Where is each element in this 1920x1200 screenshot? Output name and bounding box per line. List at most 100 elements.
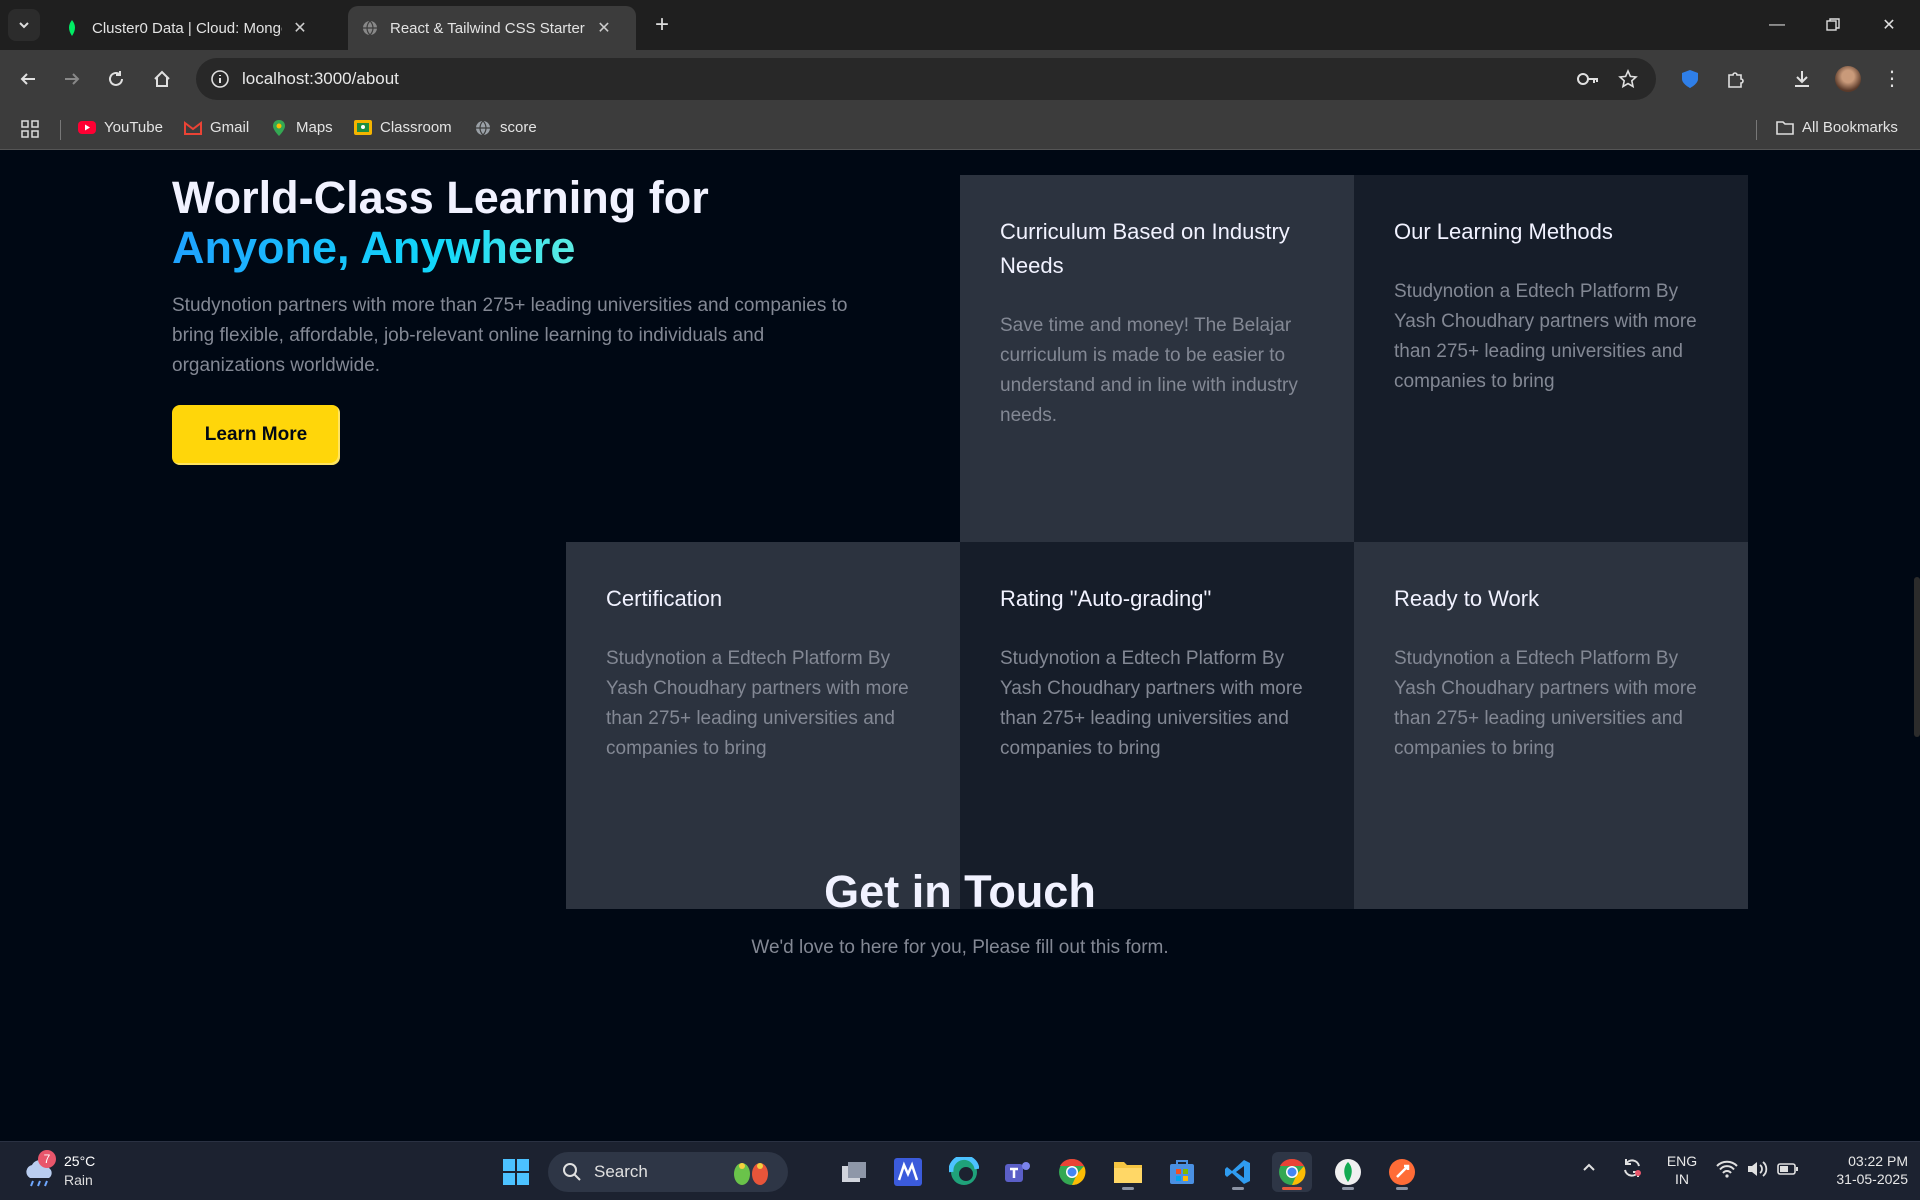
apps-grid-icon bbox=[21, 120, 39, 138]
sync-button[interactable] bbox=[1620, 1156, 1644, 1185]
card-description: Studynotion a Edtech Platform By Yash Ch… bbox=[606, 648, 909, 759]
card-title: Certification bbox=[606, 586, 723, 611]
extension-button[interactable] bbox=[1674, 63, 1706, 95]
page-content: World-Class Learning for Anyone, Anywher… bbox=[0, 151, 1920, 1141]
card-learning-methods: Our Learning Methods Studynotion a Edtec… bbox=[1354, 175, 1748, 542]
extensions-menu-button[interactable] bbox=[1720, 63, 1752, 95]
language-indicator[interactable]: ENG IN bbox=[1660, 1152, 1704, 1188]
taskbar-search[interactable]: Search bbox=[548, 1152, 788, 1192]
bookmark-classroom[interactable]: Classroom bbox=[354, 119, 452, 136]
running-indicator bbox=[1232, 1187, 1244, 1190]
battery-icon bbox=[1777, 1163, 1798, 1175]
home-button[interactable] bbox=[146, 63, 178, 95]
running-indicator bbox=[1122, 1187, 1134, 1190]
taskbar-file-explorer[interactable] bbox=[1108, 1152, 1148, 1192]
chevron-up-icon bbox=[1583, 1163, 1595, 1171]
forward-button[interactable] bbox=[56, 63, 88, 95]
scrollbar-thumb[interactable] bbox=[1914, 577, 1920, 737]
close-window-button[interactable]: ✕ bbox=[1866, 10, 1912, 40]
search-label: Search bbox=[594, 1162, 648, 1181]
hero-title: World-Class Learning for Anyone, Anywher… bbox=[172, 173, 709, 273]
language-label: ENG bbox=[1666, 1153, 1698, 1169]
hero-description: Studynotion partners with more than 275+… bbox=[172, 295, 848, 376]
taskbar-vscode[interactable] bbox=[1218, 1152, 1258, 1192]
card-title: Curriculum Based on Industry Needs bbox=[1000, 219, 1290, 278]
card-title: Rating "Auto-grading" bbox=[1000, 586, 1212, 611]
learn-more-button[interactable]: Learn More bbox=[172, 405, 340, 465]
bookmark-gmail[interactable]: Gmail bbox=[184, 119, 249, 136]
minimize-icon: — bbox=[1769, 16, 1785, 33]
tray-overflow-button[interactable] bbox=[1580, 1158, 1598, 1181]
bookmark-label: YouTube bbox=[104, 119, 163, 136]
globe-icon bbox=[362, 20, 378, 36]
site-info-icon[interactable] bbox=[210, 69, 230, 89]
start-button[interactable] bbox=[496, 1152, 536, 1192]
all-bookmarks-button[interactable]: All Bookmarks bbox=[1776, 119, 1898, 136]
password-key-icon[interactable] bbox=[1576, 70, 1600, 88]
taskbar-postman[interactable] bbox=[1382, 1152, 1422, 1192]
weather-temp: 25°C bbox=[64, 1153, 96, 1169]
search-icon bbox=[563, 1163, 581, 1181]
bookmark-score[interactable]: score bbox=[474, 119, 537, 136]
weather-desc: Rain bbox=[64, 1172, 93, 1188]
arrow-right-icon bbox=[65, 73, 80, 85]
minimize-button[interactable]: — bbox=[1754, 10, 1800, 40]
taskbar-edge[interactable] bbox=[944, 1152, 984, 1192]
contact-subtitle: We'd love to here for you, Please fill o… bbox=[751, 937, 1169, 958]
new-tab-button[interactable]: + bbox=[646, 9, 678, 41]
browser-toolbar: localhost:3000/about ⋮ bbox=[0, 50, 1920, 108]
weather-widget[interactable]: 7 25°C Rain bbox=[20, 1150, 140, 1192]
quick-settings-button[interactable] bbox=[1716, 1160, 1799, 1183]
reload-button[interactable] bbox=[100, 63, 132, 95]
task-view-button[interactable] bbox=[834, 1152, 874, 1192]
weather-badge: 7 bbox=[38, 1150, 56, 1168]
taskbar-store[interactable] bbox=[1162, 1152, 1202, 1192]
divider bbox=[1756, 120, 1757, 140]
bookmark-youtube[interactable]: YouTube bbox=[78, 119, 163, 136]
home-icon bbox=[154, 70, 170, 87]
downloads-button[interactable] bbox=[1786, 63, 1818, 95]
tab-react-tailwind[interactable]: React & Tailwind CSS Starter Pack ✕ bbox=[348, 6, 636, 50]
taskbar-teams[interactable] bbox=[998, 1152, 1038, 1192]
puzzle-icon bbox=[1728, 72, 1744, 88]
more-vertical-icon: ⋮ bbox=[1882, 68, 1902, 90]
task-view-icon bbox=[842, 1162, 866, 1182]
taskbar-mongodb-compass[interactable] bbox=[1328, 1152, 1368, 1192]
card-description: Save time and money! The Belajar curricu… bbox=[1000, 315, 1298, 426]
bookmark-maps[interactable]: Maps bbox=[270, 119, 333, 136]
folder-icon bbox=[1114, 1162, 1142, 1183]
bookmark-label: Gmail bbox=[210, 119, 250, 136]
chrome-icon bbox=[1059, 1158, 1086, 1186]
region-label: IN bbox=[1675, 1171, 1689, 1187]
gmail-icon bbox=[184, 120, 202, 136]
back-button[interactable] bbox=[12, 63, 44, 95]
active-indicator bbox=[1282, 1187, 1302, 1190]
tab-title: Cluster0 Data | Cloud: MongoDB bbox=[92, 19, 282, 37]
address-bar[interactable]: localhost:3000/about bbox=[196, 58, 1656, 100]
running-indicator bbox=[1342, 1187, 1354, 1190]
taskbar-chrome[interactable] bbox=[1052, 1152, 1092, 1192]
star-icon[interactable] bbox=[1618, 69, 1638, 89]
apps-button[interactable] bbox=[20, 119, 40, 139]
volume-icon bbox=[1748, 1161, 1768, 1177]
clock-time: 03:22 PM bbox=[1848, 1153, 1908, 1169]
youtube-icon bbox=[78, 120, 96, 136]
folder-icon bbox=[1776, 120, 1794, 136]
restore-button[interactable] bbox=[1810, 10, 1856, 40]
sync-icon bbox=[1624, 1159, 1641, 1177]
profile-button[interactable] bbox=[1832, 63, 1864, 95]
parrots-icon bbox=[728, 1158, 776, 1191]
tab-strip: Cluster0 Data | Cloud: MongoDB ✕ React &… bbox=[0, 0, 1920, 50]
close-icon[interactable]: ✕ bbox=[290, 18, 310, 38]
clock[interactable]: 03:22 PM 31-05-2025 bbox=[1808, 1152, 1908, 1188]
windows-taskbar: 7 25°C Rain Search ENG IN 03:22 PM 31-05… bbox=[0, 1141, 1920, 1200]
close-icon[interactable]: ✕ bbox=[594, 18, 614, 38]
bookmark-label: All Bookmarks bbox=[1802, 119, 1898, 136]
browser-menu-button[interactable]: ⋮ bbox=[1876, 63, 1908, 95]
tab-mongodb[interactable]: Cluster0 Data | Cloud: MongoDB ✕ bbox=[50, 6, 340, 50]
taskbar-chrome-active[interactable] bbox=[1272, 1152, 1312, 1192]
tab-search-button[interactable] bbox=[8, 9, 40, 41]
classroom-icon bbox=[354, 120, 372, 136]
taskbar-app-m[interactable] bbox=[888, 1152, 928, 1192]
postman-icon bbox=[1389, 1159, 1415, 1185]
